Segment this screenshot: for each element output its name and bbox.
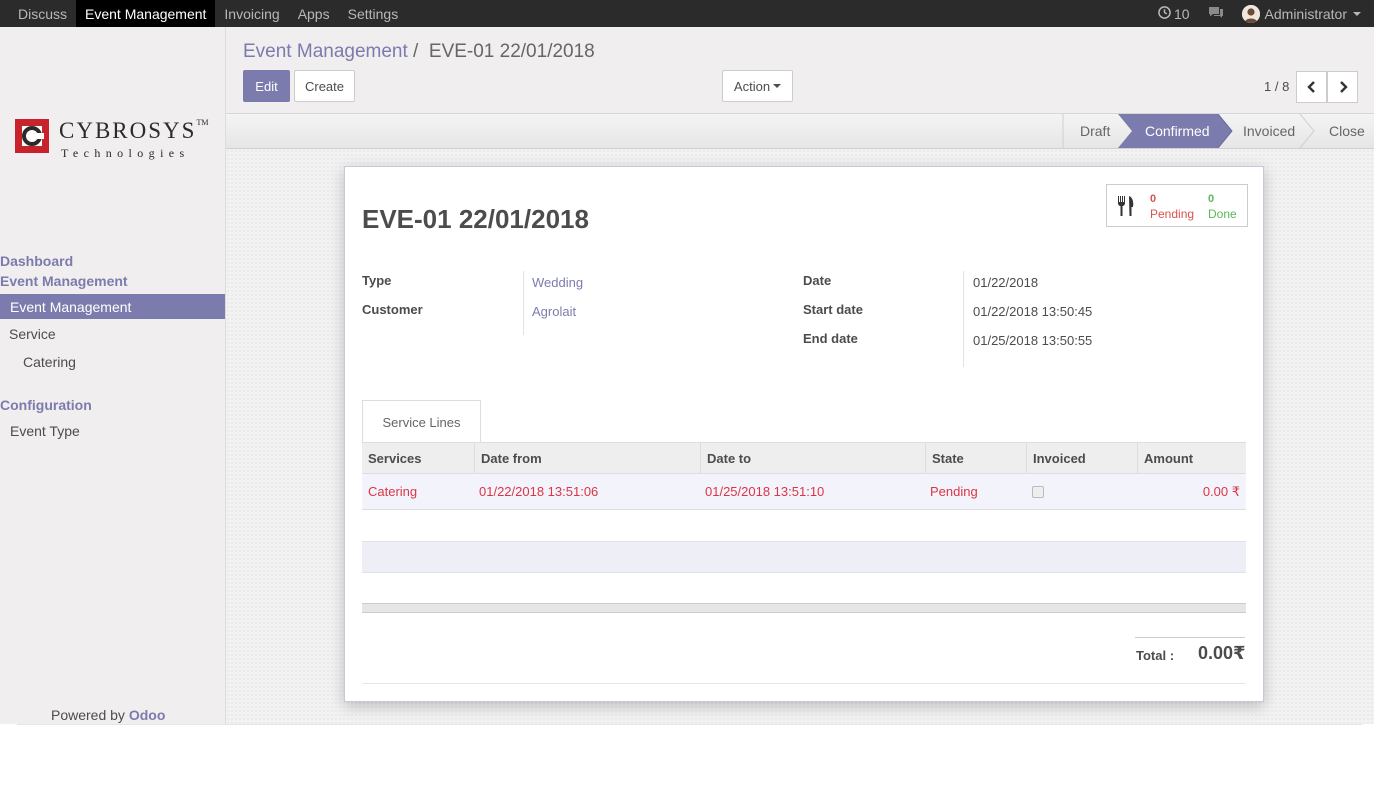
sidebar: CYBROSYSTM Technologies Dashboard Event … xyxy=(0,27,226,724)
start-date-value: 01/22/2018 13:50:45 xyxy=(973,304,1093,319)
sidebar-section-event-management[interactable]: Event Management xyxy=(0,273,128,289)
odoo-link[interactable]: Odoo xyxy=(129,707,166,723)
sidebar-section-dashboard[interactable]: Dashboard xyxy=(0,253,73,269)
cell-amount: 0.00 ₹ xyxy=(1202,483,1240,499)
field-separator xyxy=(963,271,964,367)
top-navbar: Discuss Event Management Invoicing Apps … xyxy=(0,0,1374,27)
menu-discuss[interactable]: Discuss xyxy=(9,0,76,27)
edit-button[interactable]: Edit xyxy=(243,70,290,102)
pager-next-button[interactable] xyxy=(1327,71,1358,103)
company-logo[interactable]: CYBROSYSTM Technologies xyxy=(15,116,215,186)
menu-apps[interactable]: Apps xyxy=(289,0,339,27)
add-line-row[interactable] xyxy=(362,541,1246,573)
start-date-label: Start date xyxy=(803,302,863,317)
powered-by: Powered by Odoo xyxy=(51,707,166,723)
table-row[interactable]: Catering 01/22/2018 13:51:06 01/25/2018 … xyxy=(362,474,1246,510)
systray: 10 Administrator xyxy=(1149,0,1374,27)
user-menu[interactable]: Administrator xyxy=(1233,4,1370,23)
stage-invoiced[interactable]: Invoiced xyxy=(1243,114,1295,148)
type-value[interactable]: Wedding xyxy=(532,275,583,290)
table-footer xyxy=(362,603,1246,613)
logo-name: CYBROSYSTM xyxy=(59,118,209,143)
stage-close[interactable]: Close xyxy=(1329,114,1365,148)
date-label: Date xyxy=(803,273,832,288)
caret-down-icon xyxy=(773,84,782,88)
stage-confirmed[interactable]: Confirmed xyxy=(1145,114,1210,148)
activity-notifications[interactable]: 10 xyxy=(1149,6,1199,22)
main-content: Event Management / EVE-01 22/01/2018 Edi… xyxy=(226,27,1374,724)
cell-invoiced-checkbox[interactable] xyxy=(1032,486,1044,498)
sidebar-item-service[interactable]: Service xyxy=(0,321,225,346)
avatar xyxy=(1241,4,1260,23)
page-bottom-divider xyxy=(17,724,1362,725)
customer-label: Customer xyxy=(362,302,423,317)
breadcrumb: Event Management / EVE-01 22/01/2018 xyxy=(243,41,595,63)
pending-label: Pending xyxy=(1150,207,1195,221)
total-value: 0.00₹ xyxy=(1198,643,1246,663)
breadcrumb-separator: / xyxy=(413,41,419,62)
chevron-right-icon xyxy=(1339,81,1348,93)
cybrosys-logo-icon xyxy=(15,119,49,153)
cell-service: Catering xyxy=(368,484,418,499)
cell-state: Pending xyxy=(930,484,978,499)
menu-invoicing[interactable]: Invoicing xyxy=(215,0,288,27)
column-date-to[interactable]: Date to xyxy=(700,443,925,473)
sidebar-section-configuration[interactable]: Configuration xyxy=(0,397,92,413)
sidebar-item-label: Event Management xyxy=(10,298,132,315)
done-label: Done xyxy=(1208,207,1237,221)
caret-down-icon xyxy=(1353,11,1361,16)
chevron-left-icon xyxy=(1306,81,1315,93)
type-label: Type xyxy=(362,273,392,288)
cell-date-from: 01/22/2018 13:51:06 xyxy=(479,484,599,499)
action-dropdown[interactable]: Action xyxy=(722,70,793,102)
column-amount[interactable]: Amount xyxy=(1137,443,1246,473)
pager-previous-button[interactable] xyxy=(1296,71,1327,103)
sidebar-item-event-management[interactable]: Event Management xyxy=(0,294,225,319)
field-separator xyxy=(523,271,524,335)
sidebar-item-event-type[interactable]: Event Type xyxy=(0,418,225,443)
sidebar-item-label: Service xyxy=(9,325,56,342)
total-divider xyxy=(1135,637,1245,638)
breadcrumb-current: EVE-01 22/01/2018 xyxy=(428,41,595,62)
create-button[interactable]: Create xyxy=(294,70,355,102)
service-status-smart-button[interactable]: 0 Pending 0 Done xyxy=(1106,184,1248,227)
menu-event-management[interactable]: Event Management xyxy=(76,0,216,27)
sidebar-item-catering[interactable]: Catering xyxy=(0,349,225,374)
record-title: EVE-01 22/01/2018 xyxy=(362,204,589,234)
column-services[interactable]: Services xyxy=(362,443,474,473)
tab-service-lines[interactable]: Service Lines xyxy=(362,400,481,443)
form-sheet: 0 Pending 0 Done EVE-01 22/01/2018 Type … xyxy=(344,166,1264,702)
action-label: Action xyxy=(733,78,771,94)
cell-date-to: 01/25/2018 13:51:10 xyxy=(705,484,825,499)
app-menu: Discuss Event Management Invoicing Apps … xyxy=(0,0,407,27)
customer-value[interactable]: Agrolait xyxy=(532,304,576,319)
stage-draft[interactable]: Draft xyxy=(1080,114,1110,148)
sheet-bottom-divider xyxy=(362,683,1246,684)
done-count: 0 xyxy=(1208,193,1215,205)
logo-subtitle: Technologies xyxy=(61,146,190,160)
control-panel: Event Management / EVE-01 22/01/2018 Edi… xyxy=(226,27,1374,114)
total-label: Total : xyxy=(1136,648,1175,663)
end-date-value: 01/25/2018 13:50:55 xyxy=(973,333,1093,348)
status-bar: Draft Confirmed Invoiced Close xyxy=(226,114,1374,149)
column-date-from[interactable]: Date from xyxy=(474,443,700,473)
column-invoiced[interactable]: Invoiced xyxy=(1026,443,1137,473)
pager-value[interactable]: 1 / 8 xyxy=(1264,79,1289,94)
clock-icon xyxy=(1158,5,1171,22)
menu-settings[interactable]: Settings xyxy=(339,0,408,27)
breadcrumb-parent[interactable]: Event Management xyxy=(243,41,408,62)
notifications-count: 10 xyxy=(1173,5,1190,22)
user-name: Administrator xyxy=(1264,5,1347,22)
chat-icon xyxy=(1208,6,1224,22)
table-header: Services Date from Date to State Invoice… xyxy=(362,442,1246,474)
sidebar-item-label: Event Type xyxy=(10,422,80,439)
end-date-label: End date xyxy=(803,331,858,346)
pending-count: 0 xyxy=(1150,193,1157,205)
sidebar-item-label: Catering xyxy=(23,353,76,370)
messages-button[interactable] xyxy=(1199,6,1233,22)
cutlery-icon xyxy=(1118,196,1134,216)
column-state[interactable]: State xyxy=(925,443,1026,473)
date-value: 01/22/2018 xyxy=(973,275,1039,290)
